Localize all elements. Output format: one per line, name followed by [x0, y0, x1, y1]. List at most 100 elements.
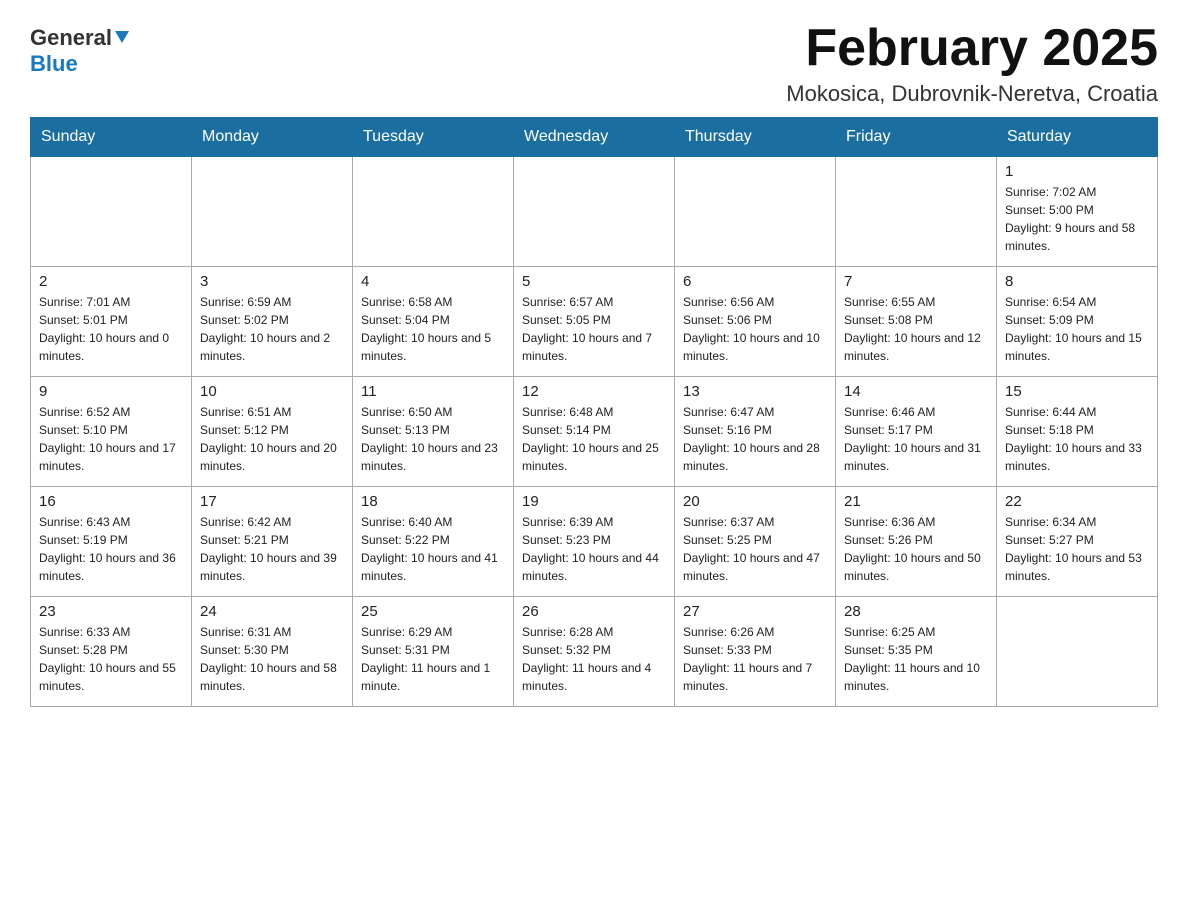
day-info: Sunrise: 6:57 AM Sunset: 5:05 PM Dayligh… — [522, 293, 666, 365]
calendar-cell-2-5: 14 Sunrise: 6:46 AM Sunset: 5:17 PM Dayli… — [836, 377, 997, 487]
calendar-week-row-2: 9Sunrise: 6:52 AM Sunset: 5:10 PM Daylig… — [31, 377, 1158, 487]
day-number: 9 — [39, 383, 183, 400]
day-number: 13 — [683, 383, 827, 400]
logo: General Blue — [30, 20, 132, 77]
day-info: Sunrise: 6:50 AM Sunset: 5:13 PM Dayligh… — [361, 403, 505, 475]
calendar-week-row-1: 2Sunrise: 7:01 AM Sunset: 5:01 PM Daylig… — [31, 267, 1158, 377]
day-number: 16 — [39, 493, 183, 510]
day-number: 19 — [522, 493, 666, 510]
calendar-cell-1-2: 4 Sunrise: 6:58 AM Sunset: 5:04 PM Daylig… — [353, 267, 514, 377]
calendar-cell-0-1 — [192, 157, 353, 267]
day-number: 27 — [683, 603, 827, 620]
calendar-cell-4-6 — [997, 597, 1158, 707]
day-number: 20 — [683, 493, 827, 510]
day-info: Sunrise: 6:46 AM Sunset: 5:17 PM Dayligh… — [844, 403, 988, 475]
calendar-header-day-sunday: Sunday — [31, 118, 192, 157]
page-header: General Blue February 2025 Mokosica, Dub… — [30, 20, 1158, 107]
calendar-header-day-wednesday: Wednesday — [514, 118, 675, 157]
calendar-cell-4-4: 27 Sunrise: 6:26 AM Sunset: 5:33 PM Dayli… — [675, 597, 836, 707]
day-info: Sunrise: 6:43 AM Sunset: 5:19 PM Dayligh… — [39, 513, 183, 585]
day-info: Sunrise: 6:31 AM Sunset: 5:30 PM Dayligh… — [200, 623, 344, 695]
calendar-cell-3-6: 22 Sunrise: 6:34 AM Sunset: 5:27 PM Dayli… — [997, 487, 1158, 597]
day-number: 26 — [522, 603, 666, 620]
day-info: Sunrise: 6:33 AM Sunset: 5:28 PM Dayligh… — [39, 623, 183, 695]
day-info: Sunrise: 6:55 AM Sunset: 5:08 PM Dayligh… — [844, 293, 988, 365]
title-block: February 2025 Mokosica, Dubrovnik-Neretv… — [786, 20, 1158, 107]
calendar-cell-0-5 — [836, 157, 997, 267]
calendar-week-row-4: 23 Sunrise: 6:33 AM Sunset: 5:28 PM Dayli… — [31, 597, 1158, 707]
day-info: Sunrise: 6:39 AM Sunset: 5:23 PM Dayligh… — [522, 513, 666, 585]
day-info: Sunrise: 6:25 AM Sunset: 5:35 PM Dayligh… — [844, 623, 988, 695]
calendar-header-day-thursday: Thursday — [675, 118, 836, 157]
day-info: Sunrise: 6:28 AM Sunset: 5:32 PM Dayligh… — [522, 623, 666, 695]
calendar-cell-0-6: 1 Sunrise: 7:02 AM Sunset: 5:00 PM Daylig… — [997, 157, 1158, 267]
day-info: Sunrise: 7:02 AM Sunset: 5:00 PM Dayligh… — [1005, 183, 1149, 255]
day-info: Sunrise: 6:37 AM Sunset: 5:25 PM Dayligh… — [683, 513, 827, 585]
calendar-cell-1-5: 7 Sunrise: 6:55 AM Sunset: 5:08 PM Daylig… — [836, 267, 997, 377]
day-number: 1 — [1005, 163, 1149, 180]
day-number: 6 — [683, 273, 827, 290]
day-info: Sunrise: 6:42 AM Sunset: 5:21 PM Dayligh… — [200, 513, 344, 585]
day-info: Sunrise: 6:29 AM Sunset: 5:31 PM Dayligh… — [361, 623, 505, 695]
calendar-header-day-friday: Friday — [836, 118, 997, 157]
day-number: 14 — [844, 383, 988, 400]
day-info: Sunrise: 7:01 AM Sunset: 5:01 PM Dayligh… — [39, 293, 183, 365]
calendar-body: 1 Sunrise: 7:02 AM Sunset: 5:00 PM Daylig… — [31, 157, 1158, 707]
calendar-week-row-3: 16 Sunrise: 6:43 AM Sunset: 5:19 PM Dayli… — [31, 487, 1158, 597]
calendar-cell-3-3: 19 Sunrise: 6:39 AM Sunset: 5:23 PM Dayli… — [514, 487, 675, 597]
day-number: 22 — [1005, 493, 1149, 510]
calendar-cell-2-4: 13Sunrise: 6:47 AM Sunset: 5:16 PM Dayli… — [675, 377, 836, 487]
calendar-header-day-saturday: Saturday — [997, 118, 1158, 157]
day-number: 4 — [361, 273, 505, 290]
day-info: Sunrise: 6:34 AM Sunset: 5:27 PM Dayligh… — [1005, 513, 1149, 585]
calendar-cell-2-1: 10Sunrise: 6:51 AM Sunset: 5:12 PM Dayli… — [192, 377, 353, 487]
calendar-header: SundayMondayTuesdayWednesdayThursdayFrid… — [31, 118, 1158, 157]
day-number: 17 — [200, 493, 344, 510]
logo-blue-text: Blue — [30, 51, 78, 77]
calendar-cell-2-0: 9Sunrise: 6:52 AM Sunset: 5:10 PM Daylig… — [31, 377, 192, 487]
day-number: 11 — [361, 383, 505, 400]
day-number: 8 — [1005, 273, 1149, 290]
calendar-cell-4-5: 28 Sunrise: 6:25 AM Sunset: 5:35 PM Dayli… — [836, 597, 997, 707]
calendar-cell-1-3: 5Sunrise: 6:57 AM Sunset: 5:05 PM Daylig… — [514, 267, 675, 377]
calendar-cell-0-0 — [31, 157, 192, 267]
day-number: 24 — [200, 603, 344, 620]
calendar-cell-2-3: 12Sunrise: 6:48 AM Sunset: 5:14 PM Dayli… — [514, 377, 675, 487]
day-info: Sunrise: 6:54 AM Sunset: 5:09 PM Dayligh… — [1005, 293, 1149, 365]
day-number: 25 — [361, 603, 505, 620]
calendar-table: SundayMondayTuesdayWednesdayThursdayFrid… — [30, 117, 1158, 707]
page-title: February 2025 — [786, 20, 1158, 77]
calendar-cell-4-0: 23 Sunrise: 6:33 AM Sunset: 5:28 PM Dayli… — [31, 597, 192, 707]
day-info: Sunrise: 6:26 AM Sunset: 5:33 PM Dayligh… — [683, 623, 827, 695]
calendar-header-day-monday: Monday — [192, 118, 353, 157]
day-info: Sunrise: 6:56 AM Sunset: 5:06 PM Dayligh… — [683, 293, 827, 365]
calendar-cell-3-1: 17 Sunrise: 6:42 AM Sunset: 5:21 PM Dayli… — [192, 487, 353, 597]
calendar-cell-4-3: 26 Sunrise: 6:28 AM Sunset: 5:32 PM Dayli… — [514, 597, 675, 707]
calendar-cell-1-0: 2Sunrise: 7:01 AM Sunset: 5:01 PM Daylig… — [31, 267, 192, 377]
calendar-cell-2-6: 15Sunrise: 6:44 AM Sunset: 5:18 PM Dayli… — [997, 377, 1158, 487]
logo-general-text: General — [30, 25, 112, 51]
day-info: Sunrise: 6:48 AM Sunset: 5:14 PM Dayligh… — [522, 403, 666, 475]
day-number: 21 — [844, 493, 988, 510]
calendar-cell-0-2 — [353, 157, 514, 267]
day-number: 7 — [844, 273, 988, 290]
day-number: 23 — [39, 603, 183, 620]
day-number: 18 — [361, 493, 505, 510]
calendar-cell-3-0: 16 Sunrise: 6:43 AM Sunset: 5:19 PM Dayli… — [31, 487, 192, 597]
calendar-cell-3-2: 18 Sunrise: 6:40 AM Sunset: 5:22 PM Dayli… — [353, 487, 514, 597]
day-number: 3 — [200, 273, 344, 290]
calendar-cell-0-4 — [675, 157, 836, 267]
day-info: Sunrise: 6:51 AM Sunset: 5:12 PM Dayligh… — [200, 403, 344, 475]
calendar-cell-2-2: 11 Sunrise: 6:50 AM Sunset: 5:13 PM Dayli… — [353, 377, 514, 487]
page-subtitle: Mokosica, Dubrovnik-Neretva, Croatia — [786, 81, 1158, 107]
calendar-cell-4-1: 24 Sunrise: 6:31 AM Sunset: 5:30 PM Dayli… — [192, 597, 353, 707]
calendar-week-row-0: 1 Sunrise: 7:02 AM Sunset: 5:00 PM Daylig… — [31, 157, 1158, 267]
day-info: Sunrise: 6:59 AM Sunset: 5:02 PM Dayligh… — [200, 293, 344, 365]
day-number: 28 — [844, 603, 988, 620]
day-info: Sunrise: 6:44 AM Sunset: 5:18 PM Dayligh… — [1005, 403, 1149, 475]
day-info: Sunrise: 6:40 AM Sunset: 5:22 PM Dayligh… — [361, 513, 505, 585]
calendar-cell-3-4: 20 Sunrise: 6:37 AM Sunset: 5:25 PM Dayli… — [675, 487, 836, 597]
day-info: Sunrise: 6:58 AM Sunset: 5:04 PM Dayligh… — [361, 293, 505, 365]
calendar-cell-0-3 — [514, 157, 675, 267]
day-info: Sunrise: 6:36 AM Sunset: 5:26 PM Dayligh… — [844, 513, 988, 585]
